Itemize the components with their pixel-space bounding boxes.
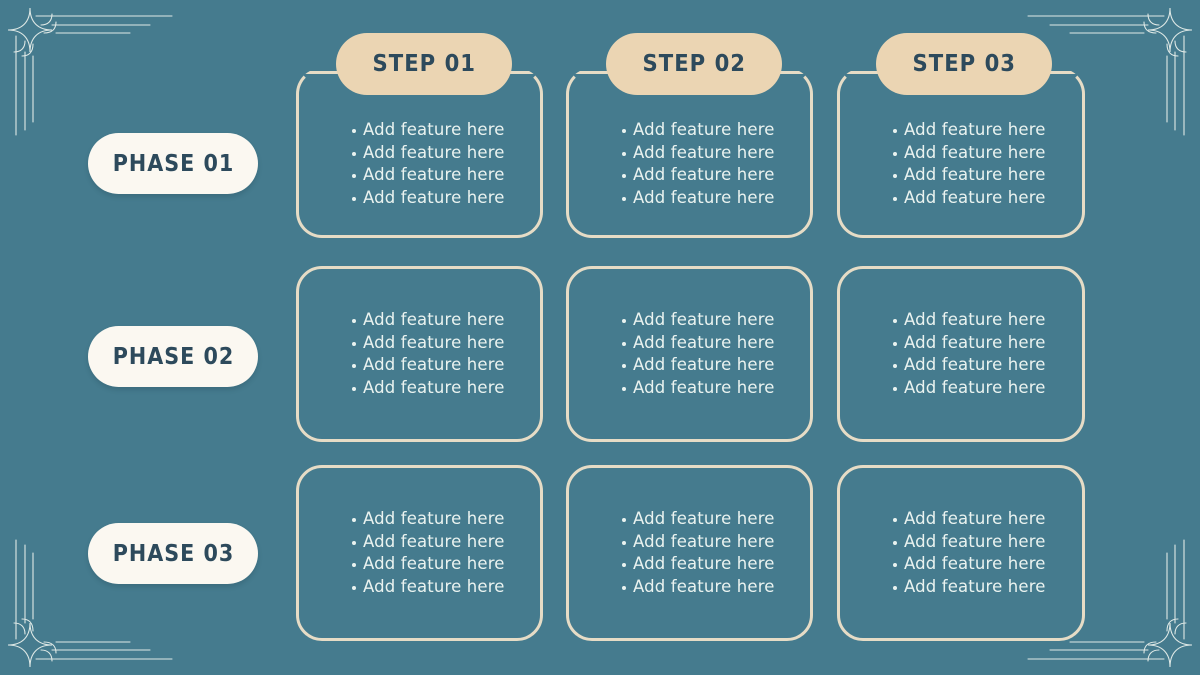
- list-item: Add feature here: [840, 164, 1082, 187]
- step-pill-02[interactable]: STEP 02: [606, 33, 782, 95]
- feature-card[interactable]: Add feature here Add feature here Add fe…: [296, 266, 543, 442]
- feature-list: Add feature here Add feature here Add fe…: [569, 119, 810, 209]
- feature-card[interactable]: Add feature here Add feature here Add fe…: [837, 266, 1085, 442]
- feature-card[interactable]: Add feature here Add feature here Add fe…: [837, 465, 1085, 641]
- list-item: Add feature here: [299, 332, 540, 355]
- feature-card[interactable]: Add feature here Add feature here Add fe…: [296, 465, 543, 641]
- feature-list: Add feature here Add feature here Add fe…: [299, 309, 540, 399]
- feature-list: Add feature here Add feature here Add fe…: [569, 309, 810, 399]
- list-item: Add feature here: [840, 142, 1082, 165]
- step-pill-01[interactable]: STEP 01: [336, 33, 512, 95]
- phase-pill-03[interactable]: PHASE 03: [88, 523, 258, 584]
- step-label: STEP 01: [372, 51, 476, 77]
- list-item: Add feature here: [299, 142, 540, 165]
- feature-list: Add feature here Add feature here Add fe…: [299, 508, 540, 598]
- list-item: Add feature here: [299, 508, 540, 531]
- list-item: Add feature here: [569, 119, 810, 142]
- feature-list: Add feature here Add feature here Add fe…: [299, 119, 540, 209]
- list-item: Add feature here: [840, 377, 1082, 400]
- step-label: STEP 03: [912, 51, 1016, 77]
- list-item: Add feature here: [840, 553, 1082, 576]
- list-item: Add feature here: [569, 142, 810, 165]
- list-item: Add feature here: [569, 377, 810, 400]
- feature-card[interactable]: Add feature here Add feature here Add fe…: [566, 266, 813, 442]
- list-item: Add feature here: [840, 309, 1082, 332]
- corner-flourish-icon: [0, 0, 180, 140]
- list-item: Add feature here: [569, 531, 810, 554]
- feature-list: Add feature here Add feature here Add fe…: [569, 508, 810, 598]
- phase-label: PHASE 03: [112, 540, 234, 567]
- list-item: Add feature here: [569, 332, 810, 355]
- list-item: Add feature here: [299, 164, 540, 187]
- slide-canvas: PHASE 01 PHASE 02 PHASE 03 STEP 01 STEP …: [0, 0, 1200, 675]
- feature-list: Add feature here Add feature here Add fe…: [840, 309, 1082, 399]
- list-item: Add feature here: [840, 187, 1082, 210]
- list-item: Add feature here: [299, 119, 540, 142]
- phase-pill-01[interactable]: PHASE 01: [88, 133, 258, 194]
- list-item: Add feature here: [840, 332, 1082, 355]
- list-item: Add feature here: [569, 187, 810, 210]
- list-item: Add feature here: [840, 576, 1082, 599]
- list-item: Add feature here: [840, 119, 1082, 142]
- phase-label: PHASE 02: [112, 343, 234, 370]
- list-item: Add feature here: [569, 508, 810, 531]
- feature-list: Add feature here Add feature here Add fe…: [840, 508, 1082, 598]
- list-item: Add feature here: [569, 576, 810, 599]
- list-item: Add feature here: [569, 309, 810, 332]
- list-item: Add feature here: [569, 354, 810, 377]
- list-item: Add feature here: [840, 354, 1082, 377]
- feature-card[interactable]: Add feature here Add feature here Add fe…: [566, 465, 813, 641]
- list-item: Add feature here: [299, 354, 540, 377]
- step-label: STEP 02: [642, 51, 746, 77]
- list-item: Add feature here: [299, 553, 540, 576]
- phase-label: PHASE 01: [112, 150, 234, 177]
- list-item: Add feature here: [299, 531, 540, 554]
- list-item: Add feature here: [299, 187, 540, 210]
- list-item: Add feature here: [840, 508, 1082, 531]
- list-item: Add feature here: [569, 164, 810, 187]
- list-item: Add feature here: [299, 576, 540, 599]
- phase-pill-02[interactable]: PHASE 02: [88, 326, 258, 387]
- list-item: Add feature here: [299, 309, 540, 332]
- list-item: Add feature here: [299, 377, 540, 400]
- list-item: Add feature here: [840, 531, 1082, 554]
- list-item: Add feature here: [569, 553, 810, 576]
- step-pill-03[interactable]: STEP 03: [876, 33, 1052, 95]
- feature-list: Add feature here Add feature here Add fe…: [840, 119, 1082, 209]
